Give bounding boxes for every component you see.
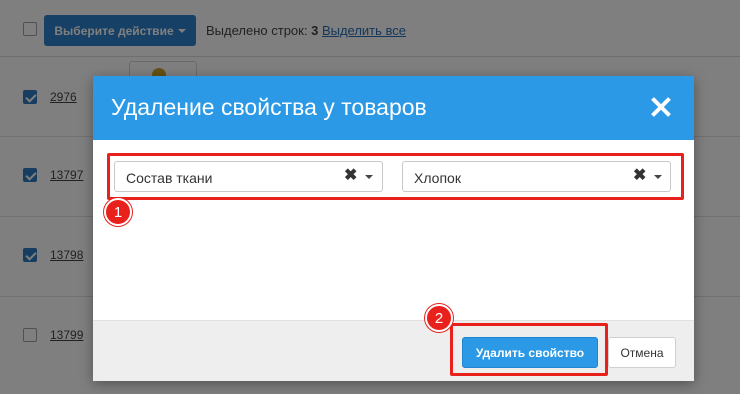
close-icon[interactable]	[651, 97, 671, 117]
cancel-button[interactable]: Отмена	[608, 337, 676, 368]
step-badge-1: 1	[104, 198, 132, 226]
step-badge-2: 2	[425, 304, 453, 332]
highlight-box-step-2	[450, 323, 608, 376]
remove-property-dialog: Удаление свойства у товаров Состав ткани…	[93, 76, 694, 381]
dialog-header: Удаление свойства у товаров	[93, 76, 694, 140]
highlight-box-step-1	[107, 153, 684, 200]
dialog-title: Удаление свойства у товаров	[111, 94, 427, 120]
